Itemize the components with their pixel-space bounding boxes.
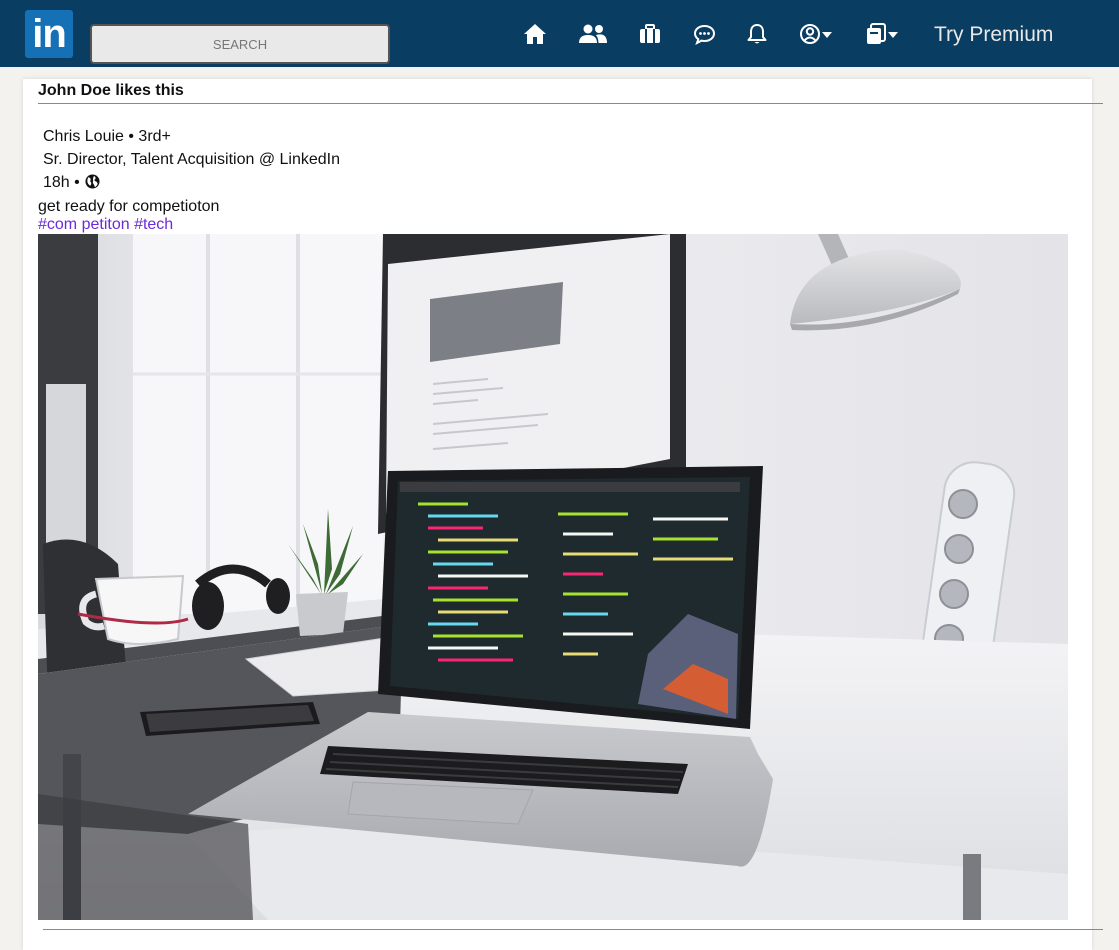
work-dropdown-icon[interactable] bbox=[866, 20, 900, 48]
people-icon[interactable] bbox=[579, 20, 607, 48]
divider bbox=[38, 103, 1103, 104]
post-body-text: get ready for competioton bbox=[38, 198, 220, 215]
post-author-name[interactable]: Chris Louie • 3rd+ bbox=[43, 127, 171, 147]
social-activity-header: John Doe likes this bbox=[38, 82, 184, 99]
post-image[interactable] bbox=[38, 234, 1068, 920]
post-author-headline: Sr. Director, Talent Acquisition @ Linke… bbox=[43, 151, 340, 168]
post-hashtags: #com petiton #tech bbox=[38, 215, 173, 235]
post-time: 18h • bbox=[43, 174, 80, 191]
hashtag-link[interactable]: #tech bbox=[134, 216, 173, 233]
feed-post-card: John Doe likes this Chris Louie • 3rd+ S… bbox=[23, 79, 1103, 950]
bell-icon[interactable] bbox=[747, 20, 767, 48]
profile-dropdown-icon[interactable] bbox=[800, 20, 834, 48]
hashtag-link[interactable]: #com petiton bbox=[38, 216, 130, 233]
search-input[interactable] bbox=[90, 24, 390, 64]
home-icon[interactable] bbox=[522, 20, 548, 48]
linkedin-logo[interactable]: in bbox=[25, 10, 73, 58]
post-timestamp: 18h • bbox=[43, 173, 100, 195]
globe-icon bbox=[85, 174, 100, 195]
try-premium-link[interactable]: Try Premium bbox=[934, 22, 1053, 48]
messaging-icon[interactable] bbox=[693, 20, 716, 48]
divider bbox=[43, 929, 1103, 930]
briefcase-icon[interactable] bbox=[639, 20, 661, 48]
top-nav-bar: in SEARCH Try Premium bbox=[0, 0, 1119, 67]
